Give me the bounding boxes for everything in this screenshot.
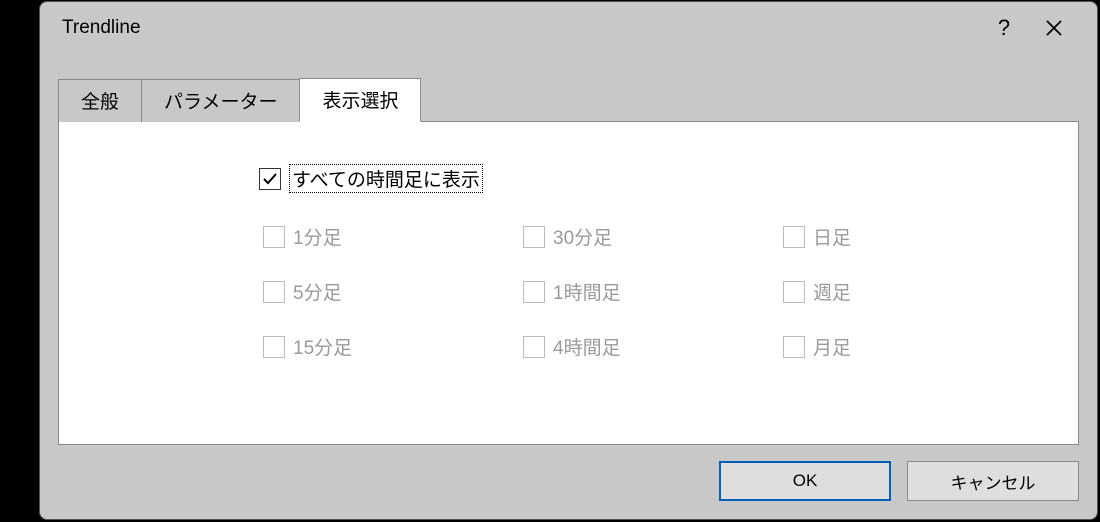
close-button[interactable] [1029,8,1079,48]
cancel-button-label: キャンセル [951,469,1036,494]
show-all-timeframes-row: すべての時間足に表示 [259,164,1058,193]
tab-area: 全般 パラメーター 表示選択 すべての時間足に表示 1分足 [40,54,1097,445]
timeframe-h1-checkbox[interactable] [523,281,545,303]
tab-display-label: 表示選択 [322,91,398,112]
show-all-timeframes-checkbox[interactable] [259,168,281,190]
timeframe-h4-checkbox[interactable] [523,336,545,358]
timeframe-m30: 30分足 [523,223,783,250]
ok-button-label: OK [793,471,818,491]
timeframe-m5-checkbox[interactable] [263,281,285,303]
timeframe-h1: 1時間足 [523,278,783,305]
timeframe-mn: 月足 [783,333,983,360]
timeframe-m1: 1分足 [263,223,523,250]
tab-display[interactable]: 表示選択 [299,78,421,122]
help-button[interactable]: ? [979,8,1029,48]
timeframe-mn-label: 月足 [813,333,851,360]
dialog-title: Trendline [62,17,979,39]
timeframe-w1-checkbox[interactable] [783,281,805,303]
timeframe-m30-label: 30分足 [553,223,612,250]
timeframe-m15: 15分足 [263,333,523,360]
dialog-buttons: OK キャンセル [40,445,1097,519]
timeframe-d1-label: 日足 [813,223,851,250]
tab-strip: 全般 パラメーター 表示選択 [58,78,1079,122]
display-panel: すべての時間足に表示 1分足 30分足 日足 5分足 [58,121,1079,445]
timeframe-h1-label: 1時間足 [553,278,621,305]
timeframe-h4-label: 4時間足 [553,333,621,360]
show-all-timeframes-label: すべての時間足に表示 [292,170,480,191]
timeframe-w1: 週足 [783,278,983,305]
timeframe-h4: 4時間足 [523,333,783,360]
tab-parameters[interactable]: パラメーター [141,79,300,122]
timeframe-mn-checkbox[interactable] [783,336,805,358]
timeframe-m30-checkbox[interactable] [523,226,545,248]
timeframe-d1-checkbox[interactable] [783,226,805,248]
tab-parameters-label: パラメーター [164,92,277,113]
help-icon: ? [998,15,1010,41]
timeframe-m5: 5分足 [263,278,523,305]
timeframe-m5-label: 5分足 [293,278,342,305]
tab-general[interactable]: 全般 [58,79,142,122]
timeframe-m15-label: 15分足 [293,333,352,360]
trendline-dialog: Trendline ? 全般 パラメーター 表示選択 すべての時間足に表示 [39,1,1098,520]
ok-button[interactable]: OK [719,461,891,501]
timeframe-m1-label: 1分足 [293,223,342,250]
titlebar: Trendline ? [40,2,1097,54]
tab-general-label: 全般 [81,92,119,113]
timeframe-m1-checkbox[interactable] [263,226,285,248]
focus-ring: すべての時間足に表示 [289,164,483,193]
timeframe-m15-checkbox[interactable] [263,336,285,358]
cancel-button[interactable]: キャンセル [907,461,1079,501]
timeframe-grid: 1分足 30分足 日足 5分足 1時間足 [263,223,1058,360]
close-icon [1045,19,1063,37]
check-icon [262,171,278,187]
timeframe-d1: 日足 [783,223,983,250]
timeframe-w1-label: 週足 [813,278,851,305]
